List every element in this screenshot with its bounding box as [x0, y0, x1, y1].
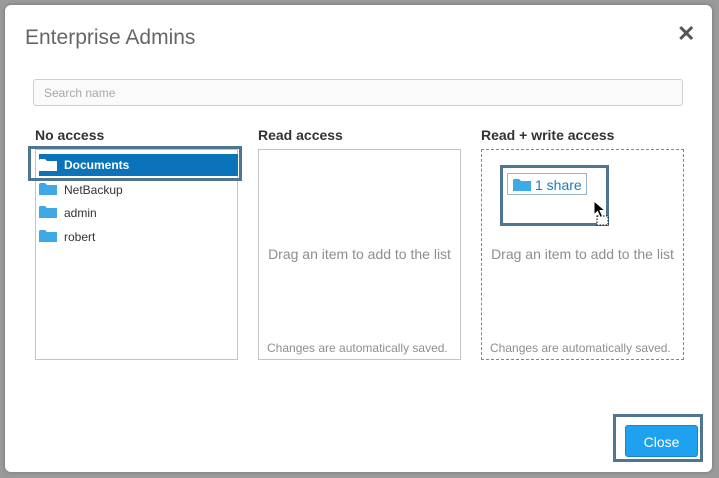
dialog: Enterprise Admins ✕ No access Documents …	[5, 5, 712, 472]
list-item-robert[interactable]: robert	[39, 225, 238, 247]
list-item-label: NetBackup	[64, 183, 123, 197]
drop-hint: Drag an item to add to the list	[268, 246, 451, 262]
column-title-read-write-access: Read + write access	[481, 127, 615, 143]
dragged-share-chip[interactable]: 1 share	[507, 173, 587, 195]
list-item-documents[interactable]: Documents	[39, 154, 238, 176]
drag-cursor-icon	[593, 200, 609, 226]
list-item-label: Documents	[64, 158, 130, 172]
no-access-list[interactable]: Documents NetBackup admin robert	[35, 149, 238, 360]
folder-icon	[39, 206, 57, 218]
list-item-admin[interactable]: admin	[39, 201, 238, 223]
folder-icon	[39, 230, 57, 242]
close-button[interactable]: Close	[625, 425, 698, 457]
close-icon[interactable]: ✕	[677, 23, 695, 45]
column-title-read-access: Read access	[258, 127, 343, 143]
autosave-note: Changes are automatically saved.	[490, 341, 671, 355]
list-item-label: admin	[64, 206, 97, 220]
list-item-label: robert	[64, 230, 96, 244]
folder-icon	[39, 183, 57, 195]
drop-hint: Drag an item to add to the list	[491, 246, 674, 262]
folder-icon	[39, 159, 57, 171]
list-item-netbackup[interactable]: NetBackup	[39, 178, 238, 200]
column-title-no-access: No access	[35, 127, 105, 143]
share-count-label: 1 share	[535, 177, 582, 193]
read-access-list[interactable]: Drag an item to add to the list Changes …	[258, 149, 461, 360]
search-input[interactable]	[33, 79, 683, 106]
autosave-note: Changes are automatically saved.	[267, 341, 448, 355]
folder-icon	[513, 179, 531, 191]
dialog-title: Enterprise Admins	[25, 26, 196, 49]
